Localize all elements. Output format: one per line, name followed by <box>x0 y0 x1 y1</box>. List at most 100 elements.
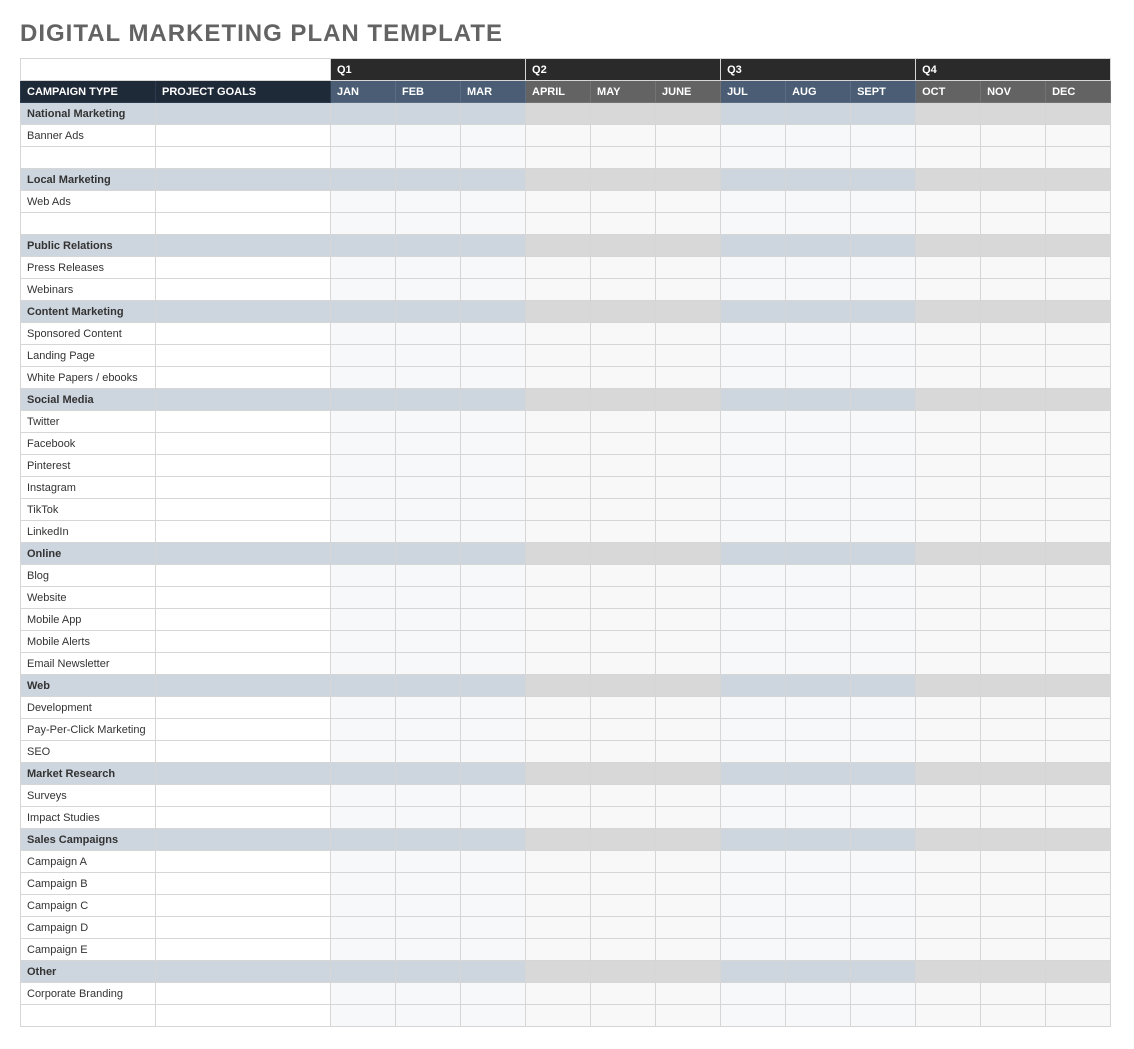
data-month-cell[interactable] <box>396 455 461 477</box>
campaign-type-cell[interactable]: Campaign D <box>21 917 156 939</box>
data-month-cell[interactable] <box>916 191 981 213</box>
data-month-cell[interactable] <box>461 697 526 719</box>
campaign-type-cell[interactable]: Campaign A <box>21 851 156 873</box>
data-month-cell[interactable] <box>786 983 851 1005</box>
data-month-cell[interactable] <box>981 653 1046 675</box>
data-month-cell[interactable] <box>721 433 786 455</box>
data-month-cell[interactable] <box>526 433 591 455</box>
data-month-cell[interactable] <box>656 939 721 961</box>
data-month-cell[interactable] <box>916 279 981 301</box>
data-month-cell[interactable] <box>721 697 786 719</box>
data-month-cell[interactable] <box>721 455 786 477</box>
data-month-cell[interactable] <box>1046 477 1111 499</box>
data-month-cell[interactable] <box>461 653 526 675</box>
data-month-cell[interactable] <box>981 609 1046 631</box>
data-month-cell[interactable] <box>656 697 721 719</box>
data-month-cell[interactable] <box>916 411 981 433</box>
data-month-cell[interactable] <box>526 477 591 499</box>
data-month-cell[interactable] <box>591 367 656 389</box>
data-month-cell[interactable] <box>526 345 591 367</box>
data-month-cell[interactable] <box>461 521 526 543</box>
data-month-cell[interactable] <box>331 455 396 477</box>
data-month-cell[interactable] <box>396 147 461 169</box>
data-month-cell[interactable] <box>981 785 1046 807</box>
data-month-cell[interactable] <box>786 147 851 169</box>
data-month-cell[interactable] <box>656 741 721 763</box>
data-month-cell[interactable] <box>981 587 1046 609</box>
data-month-cell[interactable] <box>331 807 396 829</box>
data-month-cell[interactable] <box>916 345 981 367</box>
campaign-type-cell[interactable]: Development <box>21 697 156 719</box>
data-month-cell[interactable] <box>331 279 396 301</box>
data-month-cell[interactable] <box>656 521 721 543</box>
data-month-cell[interactable] <box>981 1005 1046 1027</box>
data-month-cell[interactable] <box>721 807 786 829</box>
data-month-cell[interactable] <box>786 631 851 653</box>
data-month-cell[interactable] <box>721 213 786 235</box>
data-month-cell[interactable] <box>786 367 851 389</box>
data-month-cell[interactable] <box>461 345 526 367</box>
data-month-cell[interactable] <box>331 939 396 961</box>
data-month-cell[interactable] <box>526 697 591 719</box>
data-month-cell[interactable] <box>916 785 981 807</box>
data-month-cell[interactable] <box>721 499 786 521</box>
data-month-cell[interactable] <box>916 213 981 235</box>
data-month-cell[interactable] <box>396 587 461 609</box>
data-month-cell[interactable] <box>916 873 981 895</box>
data-month-cell[interactable] <box>656 631 721 653</box>
data-month-cell[interactable] <box>331 785 396 807</box>
data-month-cell[interactable] <box>981 191 1046 213</box>
data-month-cell[interactable] <box>916 125 981 147</box>
data-month-cell[interactable] <box>851 851 916 873</box>
project-goals-cell[interactable] <box>156 345 331 367</box>
data-month-cell[interactable] <box>786 807 851 829</box>
data-month-cell[interactable] <box>656 587 721 609</box>
data-month-cell[interactable] <box>1046 851 1111 873</box>
data-month-cell[interactable] <box>331 147 396 169</box>
data-month-cell[interactable] <box>981 983 1046 1005</box>
data-month-cell[interactable] <box>851 785 916 807</box>
data-month-cell[interactable] <box>461 631 526 653</box>
data-month-cell[interactable] <box>526 895 591 917</box>
campaign-type-cell[interactable]: Pay-Per-Click Marketing <box>21 719 156 741</box>
data-month-cell[interactable] <box>916 565 981 587</box>
data-month-cell[interactable] <box>1046 873 1111 895</box>
data-month-cell[interactable] <box>461 565 526 587</box>
data-month-cell[interactable] <box>916 895 981 917</box>
data-month-cell[interactable] <box>981 697 1046 719</box>
data-month-cell[interactable] <box>526 873 591 895</box>
data-month-cell[interactable] <box>656 895 721 917</box>
data-month-cell[interactable] <box>851 455 916 477</box>
data-month-cell[interactable] <box>591 697 656 719</box>
data-month-cell[interactable] <box>851 521 916 543</box>
data-month-cell[interactable] <box>331 873 396 895</box>
data-month-cell[interactable] <box>526 807 591 829</box>
campaign-type-cell[interactable]: Website <box>21 587 156 609</box>
data-month-cell[interactable] <box>656 257 721 279</box>
data-month-cell[interactable] <box>461 917 526 939</box>
data-month-cell[interactable] <box>331 697 396 719</box>
data-month-cell[interactable] <box>656 609 721 631</box>
data-month-cell[interactable] <box>461 807 526 829</box>
project-goals-cell[interactable] <box>156 983 331 1005</box>
data-month-cell[interactable] <box>461 279 526 301</box>
data-month-cell[interactable] <box>591 741 656 763</box>
campaign-type-cell[interactable]: Mobile Alerts <box>21 631 156 653</box>
data-month-cell[interactable] <box>656 807 721 829</box>
data-month-cell[interactable] <box>981 323 1046 345</box>
data-month-cell[interactable] <box>331 917 396 939</box>
data-month-cell[interactable] <box>981 499 1046 521</box>
data-month-cell[interactable] <box>916 323 981 345</box>
data-month-cell[interactable] <box>396 191 461 213</box>
data-month-cell[interactable] <box>1046 345 1111 367</box>
project-goals-cell[interactable] <box>156 433 331 455</box>
data-month-cell[interactable] <box>916 433 981 455</box>
data-month-cell[interactable] <box>591 587 656 609</box>
data-month-cell[interactable] <box>331 499 396 521</box>
data-month-cell[interactable] <box>396 719 461 741</box>
data-month-cell[interactable] <box>461 191 526 213</box>
data-month-cell[interactable] <box>591 477 656 499</box>
data-month-cell[interactable] <box>786 851 851 873</box>
data-month-cell[interactable] <box>1046 367 1111 389</box>
data-month-cell[interactable] <box>591 455 656 477</box>
